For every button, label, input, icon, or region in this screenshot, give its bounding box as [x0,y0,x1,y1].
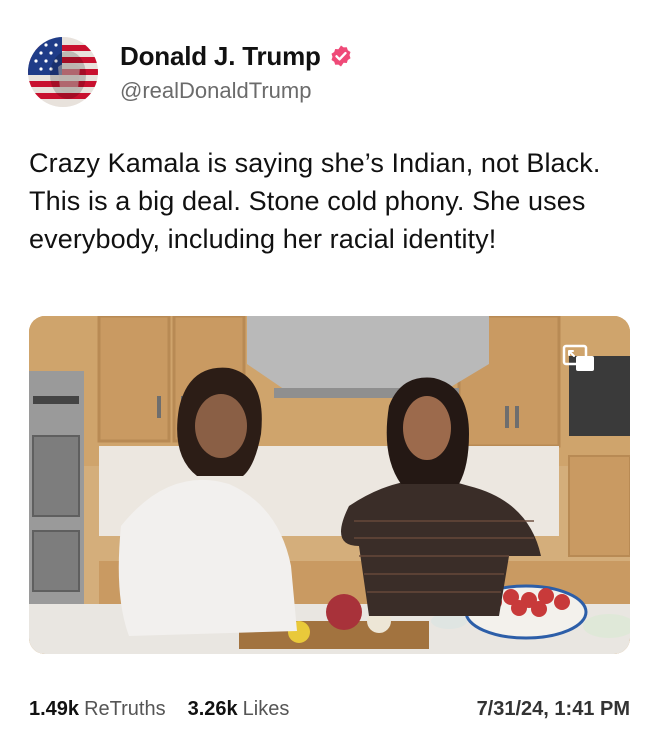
flag-portrait-avatar-icon [28,37,98,107]
video-frame-kitchen-scene [29,316,630,654]
post-video[interactable] [29,316,630,654]
avatar[interactable] [28,37,98,107]
retruths-stat[interactable]: 1.49k ReTruths [29,698,166,721]
display-name[interactable]: Donald J. Trump [120,41,321,72]
retruths-count: 1.49k [29,698,80,720]
post-timestamp[interactable]: 7/31/24, 1:41 PM [477,698,630,721]
verified-badge-icon [331,45,351,67]
likes-label: Likes [242,698,290,720]
post-header: Donald J. Trump @realDonaldTrump [28,36,353,108]
user-handle[interactable]: @realDonaldTrump [120,78,353,104]
post-text: Crazy Kamala is saying she’s Indian, not… [29,148,601,254]
picture-in-picture-icon [562,344,594,371]
post-footer: 1.49k ReTruths 3.26k Likes 7/31/24, 1:41 P… [29,698,630,721]
retruths-label: ReTruths [84,698,166,720]
likes-stat[interactable]: 3.26k Likes [188,698,290,721]
likes-count: 3.26k [187,698,238,720]
pip-button[interactable] [562,344,596,374]
